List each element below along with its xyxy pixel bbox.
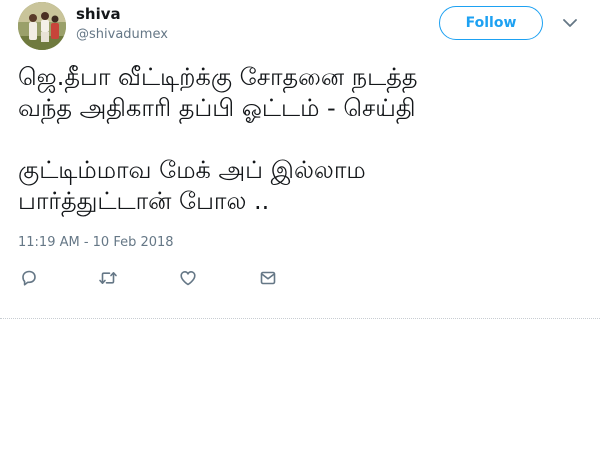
divider <box>0 318 600 319</box>
chevron-down-icon[interactable] <box>561 14 579 32</box>
avatar[interactable] <box>18 2 66 50</box>
like-icon[interactable] <box>172 262 204 294</box>
reply-icon[interactable] <box>13 262 45 294</box>
avatar-photo <box>18 2 66 50</box>
tweet-actions <box>0 262 600 294</box>
message-icon[interactable] <box>252 262 284 294</box>
tweet-timestamp[interactable]: 11:19 AM - 10 Feb 2018 <box>18 235 174 251</box>
tweet-card: shiva @shivadumex Follow ஜெ.தீபா வீட்டிற… <box>0 0 600 450</box>
follow-button[interactable]: Follow <box>439 6 543 40</box>
user-handle[interactable]: @shivadumex <box>76 27 168 43</box>
retweet-icon[interactable] <box>92 262 124 294</box>
user-name[interactable]: shiva <box>76 4 121 24</box>
tweet-text: ஜெ.தீபா வீட்டிற்க்கு சோதனை நடத்த வந்த அத… <box>18 63 418 215</box>
